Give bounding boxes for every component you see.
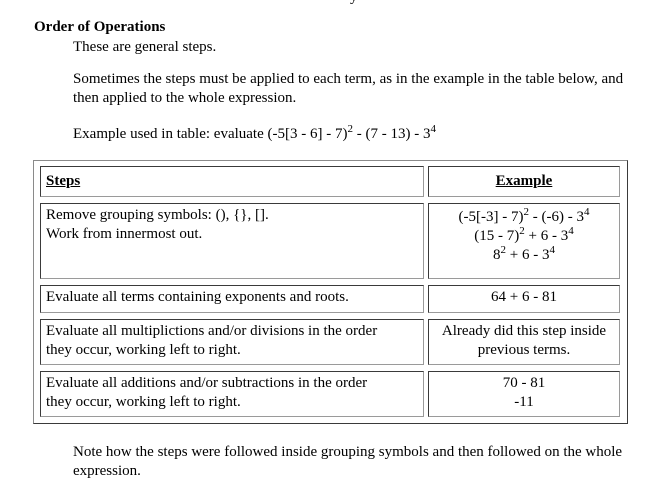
example-4-line-1: 70 - 81 — [502, 375, 546, 391]
step-3-line-2: they occur, working left to right. — [46, 342, 241, 358]
clipped-title-fragment: y — [350, 0, 358, 5]
example-exponent-2: 4 — [430, 123, 436, 135]
table-row-step-3: Evaluate all multiplictions and/or divis… — [40, 319, 424, 365]
table-row-example-1: (-5[-3] - 7)2 - (-6) - 34 (15 - 7)2 + 6 … — [428, 203, 620, 279]
example-2-line-1: 64 + 6 - 81 — [491, 289, 557, 305]
page-heading: Order of Operations — [34, 19, 166, 35]
step-2-line-1: Evaluate all terms containing exponents … — [46, 289, 349, 305]
table-row-example-4: 70 - 81 -11 — [428, 371, 620, 417]
table-row-step-4: Evaluate all additions and/or subtractio… — [40, 371, 424, 417]
terms-note-text: Sometimes the steps must be applied to e… — [73, 71, 624, 106]
step-4-line-1: Evaluate all additions and/or subtractio… — [46, 375, 368, 391]
example-1-line-1-base: (-5[-3] - 7) — [458, 209, 524, 225]
example-4-line-2: -11 — [514, 394, 534, 410]
table-row-example-2: 64 + 6 - 81 — [428, 285, 620, 313]
example-1-line-3-rest: + 6 - 3 — [506, 247, 550, 263]
example-prefix: Example used in table: evaluate (-5[3 - … — [73, 126, 348, 142]
example-1-line-2-exp-b: 4 — [568, 225, 574, 237]
example-1-line-1-rest: - (-6) - 3 — [528, 209, 584, 225]
footer-note-text: Note how the steps were followed inside … — [73, 444, 623, 479]
example-3-line-2: previous terms. — [477, 342, 571, 358]
table-row-step-1: Remove grouping symbols: (), {}, []. Wor… — [40, 203, 424, 279]
example-middle: - (7 - 13) - 3 — [352, 126, 431, 142]
table-row-example-3: Already did this step inside previous te… — [428, 319, 620, 365]
example-1-line-2-rest: + 6 - 3 — [524, 228, 569, 244]
table-header-steps: Steps — [40, 166, 424, 197]
step-1-line-1: Remove grouping symbols: (), {}, []. — [46, 207, 269, 223]
example-expression: Example used in table: evaluate (-5[3 - … — [73, 123, 633, 144]
step-1-line-2: Work from innermost out. — [46, 226, 203, 242]
example-1-line-2: (15 - 7)2 + 6 - 34 — [434, 225, 614, 246]
table-row-step-2: Evaluate all terms containing exponents … — [40, 285, 424, 313]
steps-header-label: Steps — [46, 173, 81, 189]
example-1-line-3-exp-b: 4 — [549, 244, 555, 256]
example-header-label: Example — [495, 173, 553, 189]
step-4-line-2: they occur, working left to right. — [46, 394, 241, 410]
example-1-line-2-base: (15 - 7) — [474, 228, 520, 244]
step-3-line-1: Evaluate all multiplictions and/or divis… — [46, 323, 378, 339]
table-header-example: Example — [428, 166, 620, 197]
example-3-line-1: Already did this step inside — [441, 323, 607, 339]
example-1-line-1-exp-b: 4 — [583, 206, 590, 218]
example-1-line-3-base: 8 — [493, 247, 501, 263]
example-1-line-3: 82 + 6 - 34 — [434, 244, 614, 265]
intro-text: These are general steps. — [73, 39, 217, 55]
